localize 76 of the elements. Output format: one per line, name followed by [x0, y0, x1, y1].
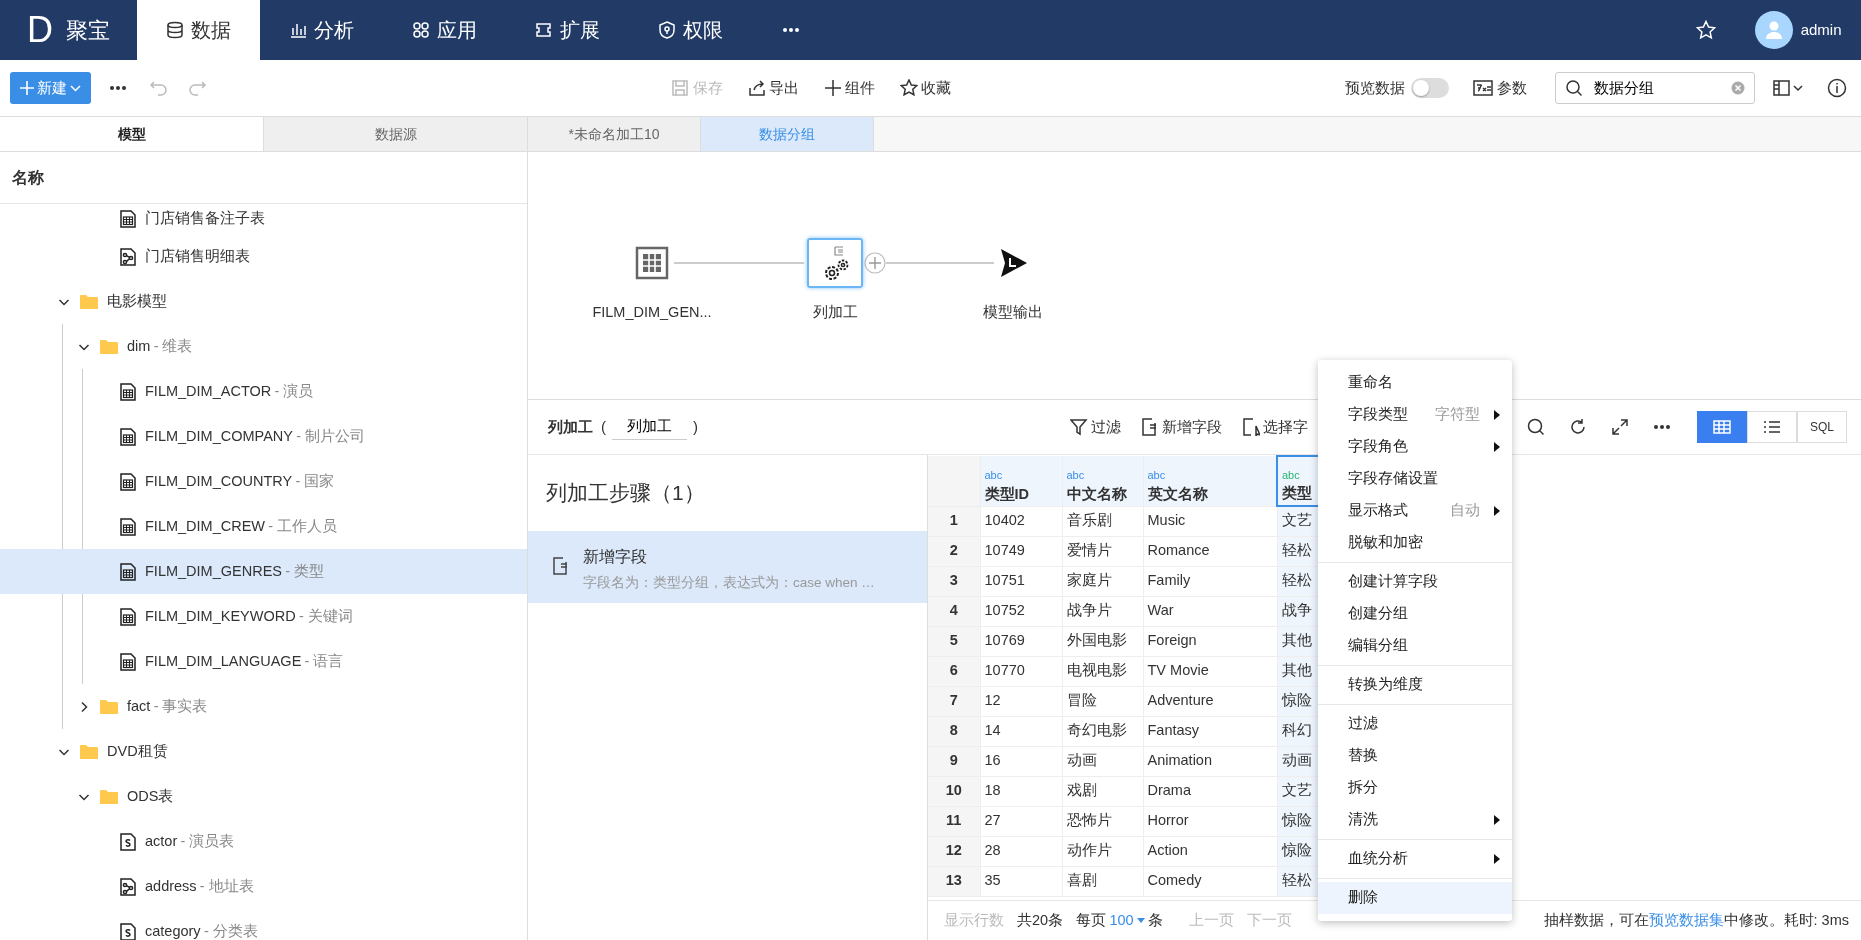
- column-name: 中文名称: [1066, 485, 1127, 502]
- table-cell: 喜剧: [1062, 866, 1143, 896]
- pager-label: 显示行数: [944, 910, 1004, 930]
- table-cell: 音乐剧: [1062, 506, 1143, 536]
- table-cell: 爱情片: [1062, 536, 1143, 566]
- table-cell: Horror: [1143, 806, 1277, 836]
- menu-hint: 自动: [1450, 501, 1480, 521]
- table-cell: 28: [980, 836, 1062, 866]
- total-count: 共20条: [1017, 910, 1064, 930]
- row-number: 10: [928, 776, 980, 806]
- column-name: 类型: [1282, 485, 1312, 502]
- table-cell: 27: [980, 806, 1062, 836]
- table-cell: Fantasy: [1143, 716, 1277, 746]
- table-cell: 10402: [980, 506, 1062, 536]
- table-cell: Drama: [1143, 776, 1277, 806]
- status-text: 抽样数据，可在预览数据集中修改。耗时: 3ms: [1543, 910, 1849, 930]
- step-detail: 字段名为：类型分组，表达式为：case when …: [583, 573, 875, 592]
- table-cell: Family: [1143, 566, 1277, 596]
- row-number: 5: [928, 626, 980, 656]
- pager-label: 条: [1148, 910, 1164, 930]
- table-cell: 10752: [980, 596, 1062, 626]
- table-cell: 家庭片: [1062, 566, 1143, 596]
- row-number: 1: [928, 506, 980, 536]
- table-cell: 10749: [980, 536, 1062, 566]
- table-cell: Comedy: [1143, 866, 1277, 896]
- table-cell: 动作片: [1062, 836, 1143, 866]
- toggle-label: 预览数据: [1345, 77, 1406, 98]
- table-cell: 10770: [980, 656, 1062, 686]
- type-label: abc: [984, 468, 1003, 484]
- table-cell: 冒险: [1062, 686, 1143, 716]
- table-cell: 12: [980, 686, 1062, 716]
- table-cell: TV Movie: [1143, 656, 1277, 686]
- table-cell: 16: [980, 746, 1062, 776]
- menu-hint: 字符型: [1435, 405, 1480, 425]
- table-cell: 电视电影: [1062, 656, 1143, 686]
- table-cell: 奇幻电影: [1062, 716, 1143, 746]
- table-cell: Romance: [1143, 536, 1277, 566]
- row-number: 8: [928, 716, 980, 746]
- row-number: 3: [928, 566, 980, 596]
- row-number: 2: [928, 536, 980, 566]
- column-name: 英文名称: [1147, 485, 1208, 502]
- table-cell: 18: [980, 776, 1062, 806]
- table-cell: 战争片: [1062, 596, 1143, 626]
- section-title: 列加工步骤（1）: [545, 480, 706, 506]
- table-cell: War: [1143, 596, 1277, 626]
- table-cell: 戏剧: [1062, 776, 1143, 806]
- table-cell: Animation: [1143, 746, 1277, 776]
- row-number: 4: [928, 596, 980, 626]
- table-cell: 外国电影: [1062, 626, 1143, 656]
- table-cell: 10751: [980, 566, 1062, 596]
- row-number: 6: [928, 656, 980, 686]
- pager-label: 每页: [1076, 910, 1107, 930]
- bracket-text: (: [601, 416, 606, 437]
- step-title: 新增字段: [583, 546, 648, 567]
- row-number: 11: [928, 806, 980, 836]
- table-cell: 10769: [980, 626, 1062, 656]
- table-cell: Music: [1143, 506, 1277, 536]
- type-label: abc: [1066, 468, 1085, 484]
- row-number: 9: [928, 746, 980, 776]
- column-name: 类型ID: [984, 485, 1029, 502]
- table-cell: 动画: [1062, 746, 1143, 776]
- logo-letter: D: [27, 12, 53, 48]
- bracket-text: ): [693, 416, 698, 437]
- row-number: 13: [928, 866, 980, 896]
- table-cell: Action: [1143, 836, 1277, 866]
- table-cell: 35: [980, 866, 1062, 896]
- table-cell: Adventure: [1143, 686, 1277, 716]
- app-name: 聚宝: [66, 16, 110, 45]
- row-number: 7: [928, 686, 980, 716]
- type-label: abc: [1147, 468, 1166, 484]
- table-cell: Foreign: [1143, 626, 1277, 656]
- table-cell: 恐怖片: [1062, 806, 1143, 836]
- table-cell: 14: [980, 716, 1062, 746]
- panel-title: 列加工: [548, 416, 593, 437]
- type-label: abc: [1282, 467, 1300, 483]
- row-number: 12: [928, 836, 980, 866]
